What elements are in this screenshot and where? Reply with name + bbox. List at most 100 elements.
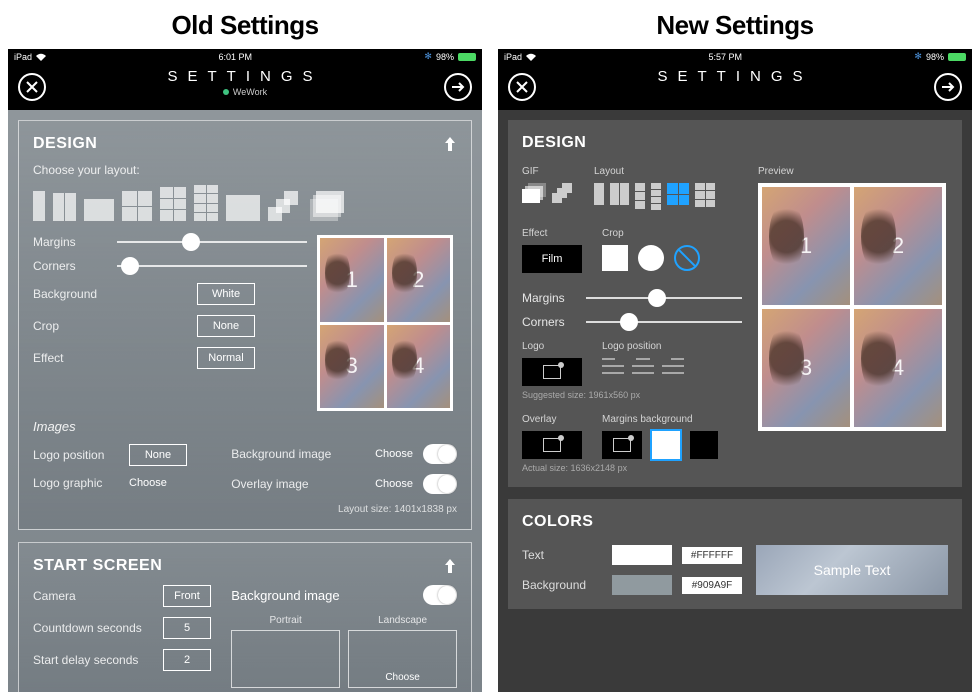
layout-option[interactable]: [695, 183, 715, 207]
new-design-title: DESIGN: [522, 134, 948, 152]
layout-option[interactable]: [610, 183, 629, 205]
preview-cell: 2: [387, 238, 451, 322]
old-scroll[interactable]: DESIGN Choose your layout:: [8, 110, 482, 692]
logo-graphic-label: Logo graphic: [33, 476, 129, 490]
layout-option[interactable]: [594, 183, 604, 205]
logo-pos-left[interactable]: [602, 358, 624, 374]
camera-button[interactable]: Front: [163, 585, 211, 607]
margins-label: Margins: [33, 235, 117, 249]
new-corners-slider[interactable]: [586, 321, 742, 323]
crop-label: Crop: [33, 319, 117, 333]
background-label: Background: [33, 287, 117, 301]
layout-option[interactable]: [33, 191, 45, 221]
effect-value-button[interactable]: Normal: [197, 347, 255, 369]
landscape-choose[interactable]: Choose: [348, 630, 457, 688]
layout-option[interactable]: [84, 199, 114, 221]
portrait-choose[interactable]: [231, 630, 340, 688]
preview-cell: 1: [320, 238, 384, 322]
header-subtitle: WeWork: [233, 87, 267, 97]
image-icon: [613, 438, 631, 452]
collapse-icon[interactable]: [443, 559, 457, 573]
margins-bg-black[interactable]: [690, 431, 718, 459]
new-logo-label: Logo: [522, 341, 582, 352]
background-value-button[interactable]: White: [197, 283, 255, 305]
new-scroll[interactable]: DESIGN GIF: [498, 110, 972, 692]
layout-option[interactable]: [194, 185, 218, 221]
overlay-image-toggle[interactable]: [423, 474, 457, 494]
bg-image-toggle[interactable]: [423, 444, 457, 464]
camera-label: Camera: [33, 589, 163, 603]
image-icon: [543, 365, 561, 379]
start-bg-label: Background image: [231, 588, 423, 603]
layout-option[interactable]: [160, 187, 186, 221]
layout-option[interactable]: [53, 193, 76, 221]
new-margins-label: Margins: [522, 291, 586, 305]
logo-pos-right[interactable]: [662, 358, 684, 374]
portrait-label: Portrait: [231, 615, 340, 626]
overlay-image-label: Overlay image: [231, 477, 375, 491]
layout-size-note: Layout size: 1401x1838 px: [231, 504, 457, 515]
margins-bg-upload[interactable]: [602, 431, 642, 459]
status-time: 6:01 PM: [218, 52, 252, 62]
logo-pos-center[interactable]: [632, 358, 654, 374]
preview-cell: 2: [854, 187, 942, 305]
layout-option[interactable]: [122, 191, 152, 221]
layout-option[interactable]: [635, 183, 645, 209]
effect-button[interactable]: Film: [522, 245, 582, 273]
corners-label: Corners: [33, 259, 117, 273]
status-bar: iPad 6:01 PM ✻ 98%: [8, 49, 482, 64]
status-time: 5:57 PM: [708, 52, 742, 62]
new-preview-label: Preview: [758, 166, 948, 177]
collapse-icon[interactable]: [443, 137, 457, 151]
device-label: iPad: [504, 52, 522, 62]
crop-circle-option[interactable]: [638, 245, 664, 271]
header-title: SETTINGS: [8, 68, 482, 85]
new-margins-slider[interactable]: [586, 297, 742, 299]
overlay-upload-button[interactable]: [522, 431, 582, 459]
bg-image-choose[interactable]: Choose: [375, 448, 413, 460]
crop-value-button[interactable]: None: [197, 315, 255, 337]
suggested-size: Suggested size: 1961x560 px: [522, 390, 742, 400]
delay-label: Start delay seconds: [33, 653, 163, 667]
start-bg-toggle[interactable]: [423, 585, 457, 605]
new-colors-panel: COLORS Text #FFFFFF Background #9: [508, 499, 962, 609]
preview-grid: 1 2 3 4: [758, 183, 946, 431]
logo-position-button[interactable]: None: [129, 444, 187, 466]
layout-option[interactable]: [310, 191, 344, 221]
images-header: Images: [33, 419, 457, 434]
old-device: iPad 6:01 PM ✻ 98% SETTINGS: [8, 49, 482, 692]
text-color-label: Text: [522, 548, 602, 562]
crop-none-option[interactable]: [674, 245, 700, 271]
layout-option[interactable]: [651, 183, 661, 210]
gif-option[interactable]: [552, 183, 574, 203]
layout-option[interactable]: [268, 191, 302, 221]
text-hex[interactable]: #FFFFFF: [682, 547, 742, 564]
new-overlay-label: Overlay: [522, 414, 582, 425]
overlay-image-choose[interactable]: Choose: [375, 478, 413, 490]
choose-layout-label: Choose your layout:: [33, 163, 457, 177]
status-bar: iPad 5:57 PM ✻ 98%: [498, 49, 972, 64]
layout-option-selected[interactable]: [667, 183, 689, 205]
layout-options: [33, 185, 457, 221]
bg-hex[interactable]: #909A9F: [682, 577, 742, 594]
corners-slider[interactable]: [117, 265, 307, 267]
layout-option[interactable]: [226, 195, 260, 221]
bg-image-label: Background image: [231, 447, 375, 461]
crop-square-option[interactable]: [602, 245, 628, 271]
image-icon: [543, 438, 561, 452]
countdown-button[interactable]: 5: [163, 617, 211, 639]
old-settings-title: Old Settings: [8, 0, 482, 49]
logo-upload-button[interactable]: [522, 358, 582, 386]
gif-option[interactable]: [522, 183, 546, 203]
delay-button[interactable]: 2: [163, 649, 211, 671]
margins-bg-white[interactable]: [652, 431, 680, 459]
logo-graphic-choose[interactable]: Choose: [129, 477, 167, 489]
preview-cell: 4: [387, 325, 451, 409]
bg-color-swatch[interactable]: [612, 575, 672, 595]
text-color-swatch[interactable]: [612, 545, 672, 565]
old-design-title: DESIGN: [33, 135, 97, 153]
margins-slider[interactable]: [117, 241, 307, 243]
preview-cell: 3: [762, 309, 850, 427]
logo-position-label: Logo position: [33, 448, 129, 462]
new-device: iPad 5:57 PM ✻ 98% SETTINGS: [498, 49, 972, 692]
